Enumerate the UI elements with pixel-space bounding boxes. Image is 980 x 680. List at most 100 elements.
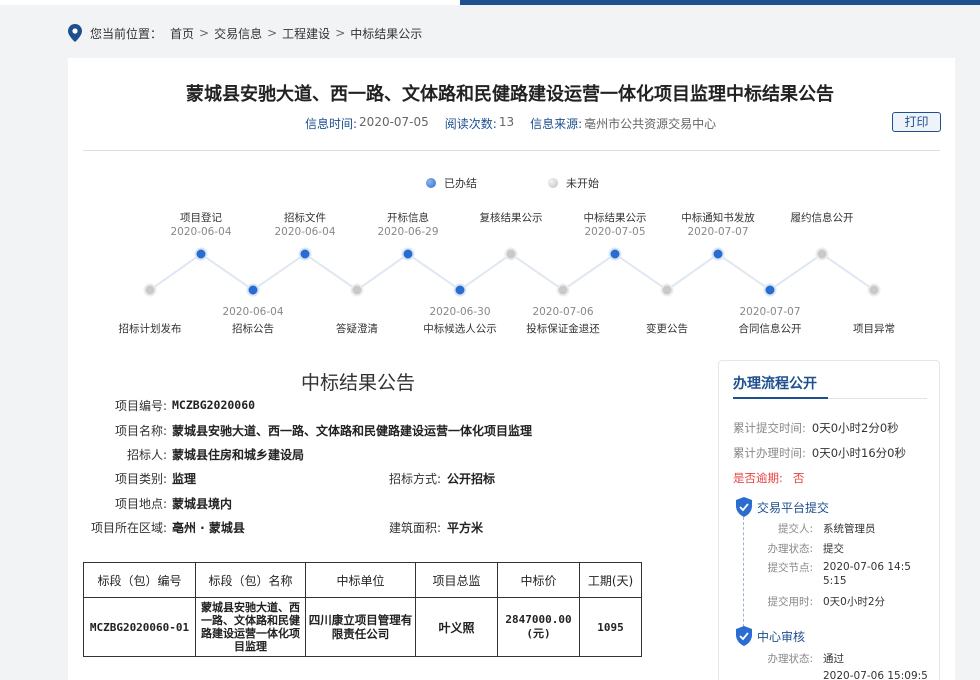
flow-step-date: 2020-07-07 (687, 226, 749, 238)
section-name-cell: 蒙城县安驰大道、西一路、文体路和民健路建设运营一体化项目监理 (195, 597, 306, 657)
flow-step-label[interactable]: 变更公告 (622, 321, 712, 336)
price-cell: 2847000.00 (元) (497, 597, 580, 657)
col-director: 项目总监 (415, 562, 498, 598)
col-winner: 中标单位 (305, 562, 416, 598)
stage1-submitter: 系统管理员 (823, 523, 876, 535)
timeline-line (743, 517, 744, 637)
flow-node-top-3 (504, 247, 518, 261)
flow-step-label[interactable]: 合同信息公开 (725, 321, 815, 336)
flow-step-label[interactable]: 履约信息公开 (777, 210, 867, 225)
project-no: MCZBG2020060 (172, 398, 256, 412)
stage1-node-row: 提交节点: 2020-07-06 14:55:15 (749, 560, 929, 588)
section-no-cell: MCZBG2020060-01 (83, 597, 196, 657)
sidebar-title: 办理流程公开 (733, 376, 817, 392)
flow-step-date: 2020-06-04 (170, 226, 232, 238)
winner-cell: 四川康立项目管理有限责任公司 (305, 597, 416, 657)
project-name-label: 项目名称: (114, 424, 167, 438)
flow-step-label[interactable]: 答疑澄清 (312, 321, 402, 336)
flow-step-label[interactable]: 中标候选人公示 (415, 321, 505, 336)
region: 亳州 · 蒙城县 (172, 521, 245, 535)
flow-step-date: 2020-06-29 (377, 226, 439, 238)
flow-step-label[interactable]: 招标计划发布 (105, 321, 195, 336)
table-row: MCZBG2020060-01 蒙城县安驰大道、西一路、文体路和民健路建设运营一… (83, 597, 642, 657)
flow-node-bottom-0 (143, 283, 157, 297)
stage2-status-row: 办理状态: 通过 (749, 651, 929, 666)
total-submit-label: 累计提交时间: (733, 421, 806, 435)
stage-center-review: 中心审核 (735, 626, 805, 646)
flow-step-label[interactable]: 项目登记 (156, 210, 246, 225)
flow-step-date: 2020-07-05 (584, 226, 646, 238)
stage2-time: 2020-07-06 15:09:5 (823, 670, 928, 680)
stage1-status-row: 办理状态: 提交 (749, 541, 929, 556)
overdue-label: 是否逾期: (733, 471, 783, 485)
flow-node-bottom-2 (350, 283, 364, 297)
stage1-used-row: 提交用时: 0天0小时2分 (749, 594, 929, 609)
flow-step-label[interactable]: 开标信息 (363, 210, 453, 225)
flow-step-date: 2020-06-04 (222, 306, 284, 318)
region-label: 项目所在区域: (90, 521, 167, 535)
process-sidebar: 办理流程公开 累计提交时间: 0天0小时2分0秒 累计办理时间: 0天0小时16分0… (718, 360, 940, 680)
flow-step-label[interactable]: 投标保证金退还 (518, 321, 608, 336)
stage2-time-row: 2020-07-06 15:09:5 (749, 670, 929, 680)
flow-step-label[interactable]: 中标结果公示 (570, 210, 660, 225)
flow-step-label[interactable]: 招标公告 (208, 321, 298, 336)
stage-platform-submit-title: 交易平台提交 (757, 500, 830, 515)
sidebar-title-underline (733, 397, 828, 399)
total-handle-label: 累计办理时间: (733, 446, 806, 460)
overdue-row: 是否逾期: 否 (733, 470, 804, 486)
flow-step-label[interactable]: 中标通知书发放 (673, 210, 763, 225)
flow-step-label[interactable]: 招标文件 (260, 210, 350, 225)
area: 平方米 (447, 521, 484, 535)
project-name: 蒙城县安驰大道、西一路、文体路和民健路建设运营一体化项目监理 (172, 424, 533, 438)
total-submit-value: 0天0小时2分0秒 (811, 421, 899, 435)
price-unit: (元) (526, 627, 551, 640)
tenderer: 蒙城县住房和城乡建设局 (172, 448, 305, 462)
flow-step-date: 2020-06-04 (274, 226, 336, 238)
flow-step-label[interactable]: 复核结果公示 (466, 210, 556, 225)
category: 监理 (172, 472, 197, 486)
stage1-status-label: 办理状态: (767, 543, 813, 555)
director-cell: 叶义照 (415, 597, 498, 657)
notice-heading: 中标结果公告 (301, 372, 416, 394)
overdue-value: 否 (792, 471, 805, 485)
flow-step-label[interactable]: 项目异常 (829, 321, 919, 336)
stage1-node: 2020-07-06 14:55:15 (823, 561, 911, 587)
total-submit-row: 累计提交时间: 0天0小时2分0秒 (733, 420, 899, 436)
stage2-time-label (749, 670, 813, 680)
bid-table: 标段（包）编号 标段（包）名称 中标单位 项目总监 中标价 工期(天) MCZB… (83, 562, 642, 657)
shield-check-icon (736, 497, 752, 517)
stage1-submitter-row: 提交人: 系统管理员 (749, 521, 929, 536)
method: 公开招标 (447, 472, 496, 486)
flow-step-date: 2020-07-06 (532, 306, 594, 318)
flow-node-bottom-5 (660, 283, 674, 297)
stage1-used: 0天0小时2分 (823, 596, 886, 608)
flow-node-bottom-6 (763, 283, 777, 297)
flow-node-top-2 (401, 247, 415, 261)
flow-node-top-1 (298, 247, 312, 261)
col-duration: 工期(天) (579, 562, 642, 598)
area-label: 建筑面积: (388, 521, 441, 535)
stage1-submitter-label: 提交人: (777, 523, 813, 535)
flow-node-bottom-3 (453, 283, 467, 297)
location: 蒙城县境内 (172, 497, 233, 511)
flow-node-top-5 (711, 247, 725, 261)
stage1-node-label: 提交节点: (767, 562, 813, 574)
stage1-status: 提交 (823, 543, 844, 555)
shield-check-icon (736, 626, 752, 646)
flow-node-top-0 (194, 247, 208, 261)
flow-node-bottom-7 (867, 283, 881, 297)
duration-cell: 1095 (579, 597, 642, 657)
total-handle-row: 累计办理时间: 0天0小时16分0秒 (733, 445, 906, 461)
flow-node-top-4 (608, 247, 622, 261)
flow-step-date: 2020-07-07 (739, 306, 801, 318)
stage1-used-label: 提交用时: (767, 596, 813, 608)
flow-node-top-6 (815, 247, 829, 261)
stage-platform-submit: 交易平台提交 (735, 497, 829, 517)
stage2-status-label: 办理状态: (767, 653, 813, 665)
category-label: 项目类别: (114, 472, 167, 486)
col-section-name: 标段（包）名称 (195, 562, 306, 598)
col-price: 中标价 (497, 562, 580, 598)
method-label: 招标方式: (388, 472, 441, 486)
stage2-status: 通过 (823, 653, 844, 665)
table-header-row: 标段（包）编号 标段（包）名称 中标单位 项目总监 中标价 工期(天) (83, 562, 642, 598)
